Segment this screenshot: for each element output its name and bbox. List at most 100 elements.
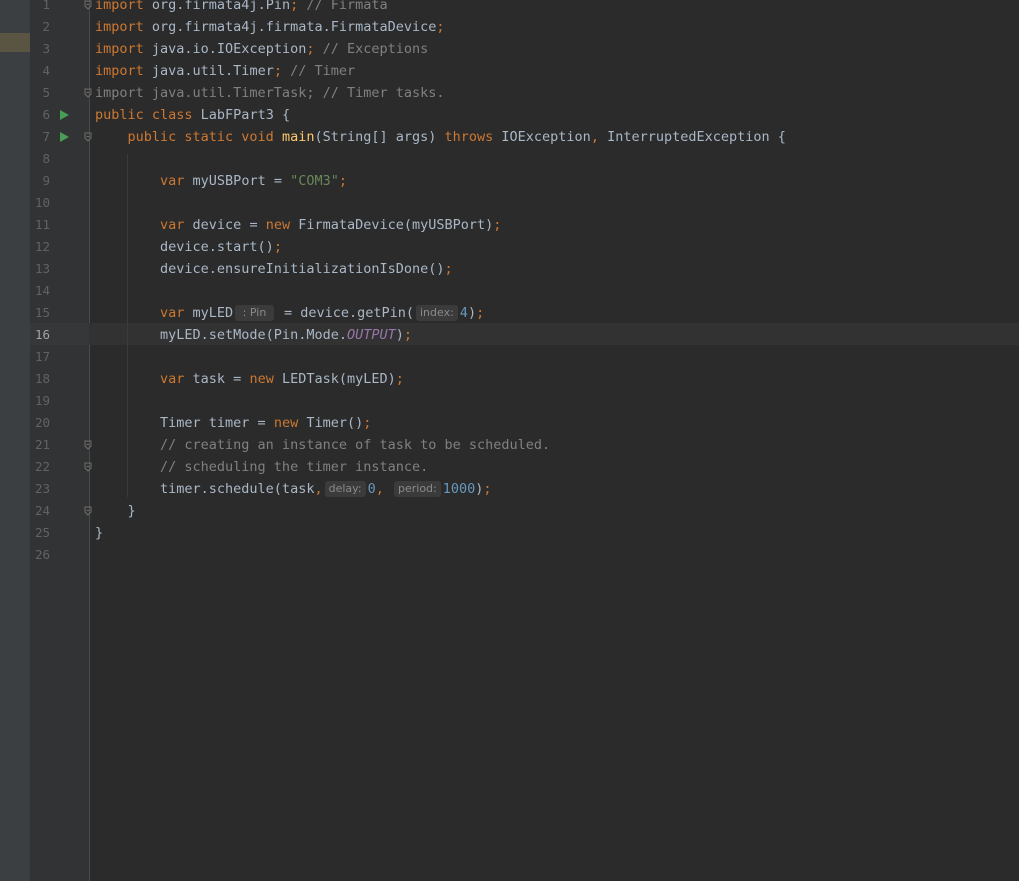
line-number[interactable]: 15 <box>30 302 50 324</box>
code-token: } <box>95 525 104 541</box>
code-text[interactable]: } <box>95 500 136 522</box>
line-number[interactable]: 9 <box>30 170 50 192</box>
code-token: ; <box>483 481 492 497</box>
code-line[interactable]: 1 import org.firmata4j.Pin; // Firmata <box>0 0 1019 16</box>
code-line[interactable]: 6 public class LabFPart3 { <box>0 104 1019 126</box>
line-number[interactable]: 7 <box>30 126 50 148</box>
line-number[interactable]: 13 <box>30 258 50 280</box>
code-line[interactable]: 15 var myLED : Pin = device.getPin(index… <box>0 302 1019 324</box>
code-line[interactable]: 13 device.ensureInitializationIsDone(); <box>0 258 1019 280</box>
code-line[interactable]: 12 device.start(); <box>0 236 1019 258</box>
fold-icon[interactable] <box>84 132 92 142</box>
line-number[interactable]: 6 <box>30 104 50 126</box>
line-number[interactable]: 24 <box>30 500 50 522</box>
line-number[interactable]: 17 <box>30 346 50 368</box>
line-number[interactable]: 23 <box>30 478 50 500</box>
code-line[interactable]: 5 import java.util.TimerTask; // Timer ta… <box>0 82 1019 104</box>
code-line[interactable]: 14 <box>0 280 1019 302</box>
code-token: ) <box>467 305 477 321</box>
code-token: ; <box>273 63 291 79</box>
line-number[interactable]: 1 <box>30 0 50 16</box>
code-token: Timer timer = <box>95 415 274 431</box>
code-token: import <box>95 63 152 79</box>
line-number[interactable]: 4 <box>30 60 50 82</box>
code-text[interactable]: var myUSBPort = "COM3"; <box>95 170 347 192</box>
fold-icon[interactable] <box>84 0 92 10</box>
fold-icon[interactable] <box>84 506 92 516</box>
code-line[interactable]: 17 <box>0 346 1019 368</box>
code-line[interactable]: 2 import org.firmata4j.firmata.FirmataDev… <box>0 16 1019 38</box>
line-number[interactable]: 26 <box>30 544 50 566</box>
code-token: } <box>95 503 136 519</box>
code-line[interactable]: 19 <box>0 390 1019 412</box>
code-line[interactable]: 3 import java.io.IOException; // Exceptio… <box>0 38 1019 60</box>
parameter-hint: index: <box>415 305 458 321</box>
line-number[interactable]: 8 <box>30 148 50 170</box>
code-line[interactable]: 23 timer.schedule(task, delay: 0, period: 1… <box>0 478 1019 500</box>
code-text[interactable]: var myLED : Pin = device.getPin(index: 4)… <box>95 302 484 324</box>
code-text[interactable]: import java.util.Timer; // Timer <box>95 60 355 82</box>
code-text[interactable]: // scheduling the timer instance. <box>95 456 428 478</box>
code-line[interactable]: 26 <box>0 544 1019 566</box>
code-line[interactable]: 25} <box>0 522 1019 544</box>
code-line[interactable]: 16 myLED.setMode(Pin.Mode.OUTPUT); <box>0 324 1019 346</box>
code-line[interactable]: 21 // creating an instance of task to be… <box>0 434 1019 456</box>
code-line[interactable]: 4 import java.util.Timer; // Timer <box>0 60 1019 82</box>
code-token: FirmataDevice(myUSBPort) <box>298 217 494 233</box>
line-number[interactable]: 22 <box>30 456 50 478</box>
code-line[interactable]: 20 Timer timer = new Timer(); <box>0 412 1019 434</box>
line-number[interactable]: 14 <box>30 280 50 302</box>
code-line[interactable]: 22 // scheduling the timer instance. <box>0 456 1019 478</box>
code-text[interactable]: } <box>95 522 103 544</box>
code-text[interactable]: timer.schedule(task, delay: 0, period: 1000… <box>95 478 492 500</box>
code-text[interactable]: Timer timer = new Timer(); <box>95 412 371 434</box>
code-line[interactable]: 8 <box>0 148 1019 170</box>
code-text[interactable]: import java.util.TimerTask; // Timer tas… <box>95 82 445 104</box>
line-number[interactable]: 3 <box>30 38 50 60</box>
code-text[interactable]: myLED.setMode(Pin.Mode.OUTPUT); <box>95 324 412 346</box>
fold-icon[interactable] <box>84 462 92 472</box>
run-icon[interactable] <box>60 110 69 120</box>
code-token: var <box>95 305 193 321</box>
code-line[interactable]: 11 var device = new FirmataDevice(myUSBP… <box>0 214 1019 236</box>
line-number[interactable]: 10 <box>30 192 50 214</box>
code-text[interactable]: var task = new LEDTask(myLED); <box>95 368 404 390</box>
line-number[interactable]: 18 <box>30 368 50 390</box>
code-line[interactable]: 24 } <box>0 500 1019 522</box>
code-text[interactable]: // creating an instance of task to be sc… <box>95 434 550 456</box>
line-number[interactable]: 2 <box>30 16 50 38</box>
line-number[interactable]: 5 <box>30 82 50 104</box>
code-text[interactable]: device.ensureInitializationIsDone(); <box>95 258 453 280</box>
code-token: var <box>95 173 193 189</box>
code-line[interactable]: 10 <box>0 192 1019 214</box>
fold-icon[interactable] <box>84 88 92 98</box>
code-text[interactable]: var device = new FirmataDevice(myUSBPort… <box>95 214 501 236</box>
code-token: 1000 <box>442 481 476 497</box>
code-line[interactable]: 9 var myUSBPort = "COM3"; <box>0 170 1019 192</box>
line-number[interactable]: 19 <box>30 390 50 412</box>
line-number[interactable]: 12 <box>30 236 50 258</box>
code-token: 0 <box>367 481 376 497</box>
code-token: device = <box>192 217 266 233</box>
code-token: ; <box>363 415 372 431</box>
line-number[interactable]: 20 <box>30 412 50 434</box>
code-token: // scheduling the timer instance. <box>95 459 429 475</box>
line-number[interactable]: 21 <box>30 434 50 456</box>
line-number[interactable]: 16 <box>30 324 50 346</box>
code-text[interactable]: import org.firmata4j.Pin; // Firmata <box>95 0 388 16</box>
line-number[interactable]: 11 <box>30 214 50 236</box>
run-icon[interactable] <box>60 132 69 142</box>
code-token: main <box>281 129 315 145</box>
code-text[interactable]: public class LabFPart3 { <box>95 104 290 126</box>
code-token: = device.getPin( <box>275 305 414 321</box>
code-text[interactable]: public static void main(String[] args) t… <box>95 126 786 148</box>
code-text[interactable]: import org.firmata4j.firmata.FirmataDevi… <box>95 16 445 38</box>
code-text[interactable]: import java.io.IOException; // Exception… <box>95 38 428 60</box>
line-number[interactable]: 25 <box>30 522 50 544</box>
code-line[interactable]: 18 var task = new LEDTask(myLED); <box>0 368 1019 390</box>
code-token: ; <box>476 305 485 321</box>
code-line[interactable]: 7 public static void main(String[] args)… <box>0 126 1019 148</box>
fold-icon[interactable] <box>84 440 92 450</box>
code-text[interactable]: device.start(); <box>95 236 282 258</box>
